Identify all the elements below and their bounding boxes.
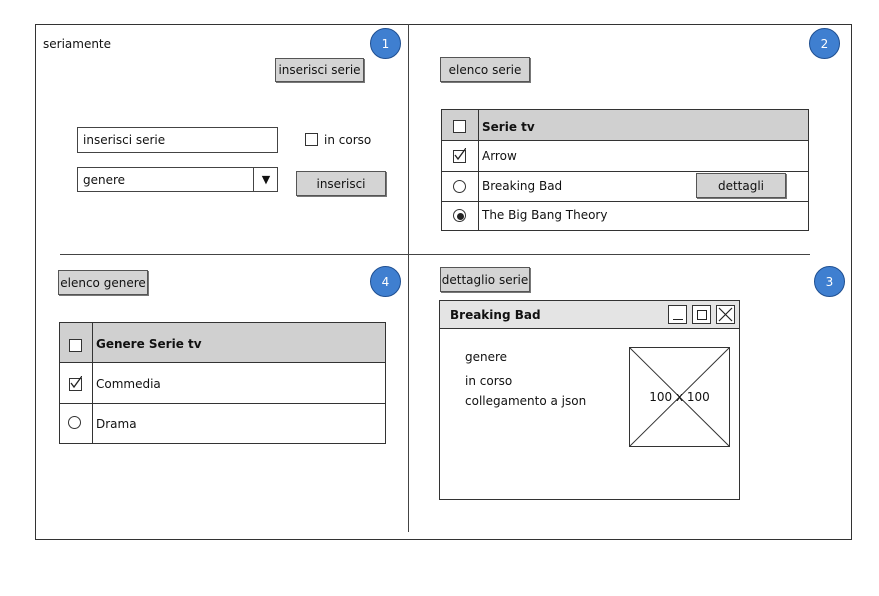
minimize-icon[interactable] [668,305,687,324]
table-row[interactable]: Arrow [442,141,808,171]
horizontal-divider [60,254,810,255]
in-progress-label: in corso [324,133,372,147]
chevron-down-icon[interactable]: ▼ [253,167,278,192]
series-name: Breaking Bad [482,179,563,193]
checked-checkbox[interactable] [69,376,82,391]
image-size-label: 100 x 100 [649,390,710,404]
in-progress-checkbox[interactable] [305,133,318,146]
series-table: Serie tv Arrow Breaking Bad dettagli The… [441,109,809,231]
detail-window: Breaking Bad genere in corso collegament… [439,300,740,500]
radio-button[interactable] [453,180,466,193]
genre-list-tab-button[interactable]: elenco genere [58,270,148,295]
series-name-input[interactable]: inserisci serie [77,127,278,153]
series-detail-tab-button[interactable]: dettaglio serie [440,267,530,292]
details-button[interactable]: dettagli [696,173,786,198]
table-row[interactable]: The Big Bang Theory [442,201,808,230]
close-icon[interactable] [716,305,735,324]
series-column-header: Serie tv [482,120,535,134]
checked-checkbox[interactable] [453,148,466,163]
genre-name: Commedia [96,377,161,391]
step-badge-2: 2 [809,28,840,59]
table-row[interactable]: Drama [60,403,385,443]
in-progress-field-label: in corso [465,374,513,388]
genre-select-value: genere [83,172,126,187]
genre-column-header: Genere Serie tv [96,337,202,351]
series-name: The Big Bang Theory [482,208,608,222]
select-all-checkbox[interactable] [453,120,466,133]
genre-select[interactable]: genere [77,167,278,192]
window-title: Breaking Bad [450,308,541,322]
series-list-tab-button[interactable]: elenco serie [440,57,530,82]
radio-button[interactable] [68,416,81,429]
step-badge-3: 3 [814,266,845,297]
radio-button-selected[interactable] [453,209,466,222]
select-all-checkbox[interactable] [69,339,82,352]
maximize-icon[interactable] [692,305,711,324]
series-name: Arrow [482,149,517,163]
json-link-text: collegamento a json [465,394,587,408]
vertical-divider [408,24,409,532]
genre-field-label: genere [465,350,508,364]
app-title: seriamente [43,37,112,51]
image-placeholder: 100 x 100 [629,347,730,447]
window-titlebar: Breaking Bad [440,301,739,329]
step-badge-4: 4 [370,266,401,297]
table-row[interactable]: Commedia [60,363,385,403]
json-link-field-label[interactable]: collegamento a json [465,394,586,408]
genre-table: Genere Serie tv Commedia Drama [59,322,386,444]
insert-series-tab-button[interactable]: inserisci serie [275,58,364,82]
step-badge-1: 1 [370,28,401,59]
genre-name: Drama [96,417,137,431]
insert-button[interactable]: inserisci [296,171,386,196]
table-row[interactable]: Breaking Bad dettagli [442,171,808,201]
